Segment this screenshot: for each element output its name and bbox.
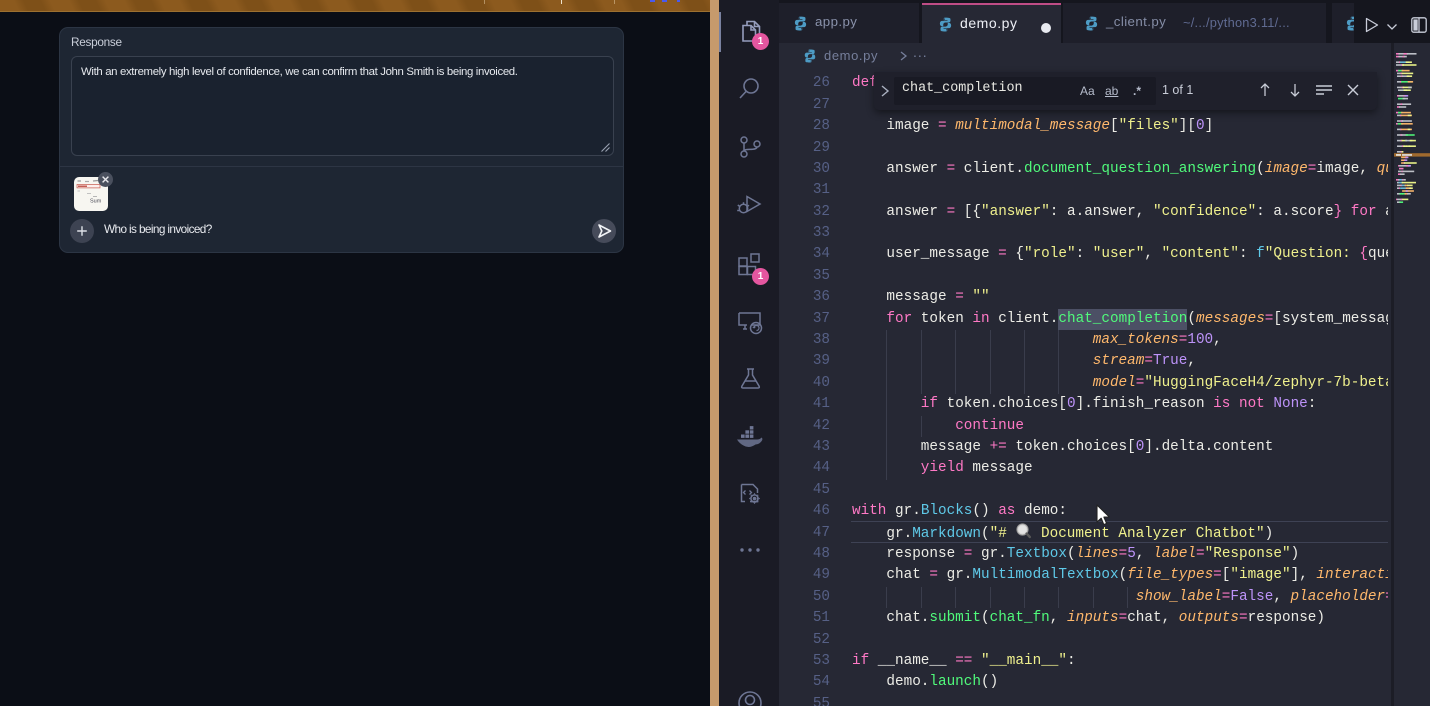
svg-text:Sum: Sum <box>90 199 102 205</box>
